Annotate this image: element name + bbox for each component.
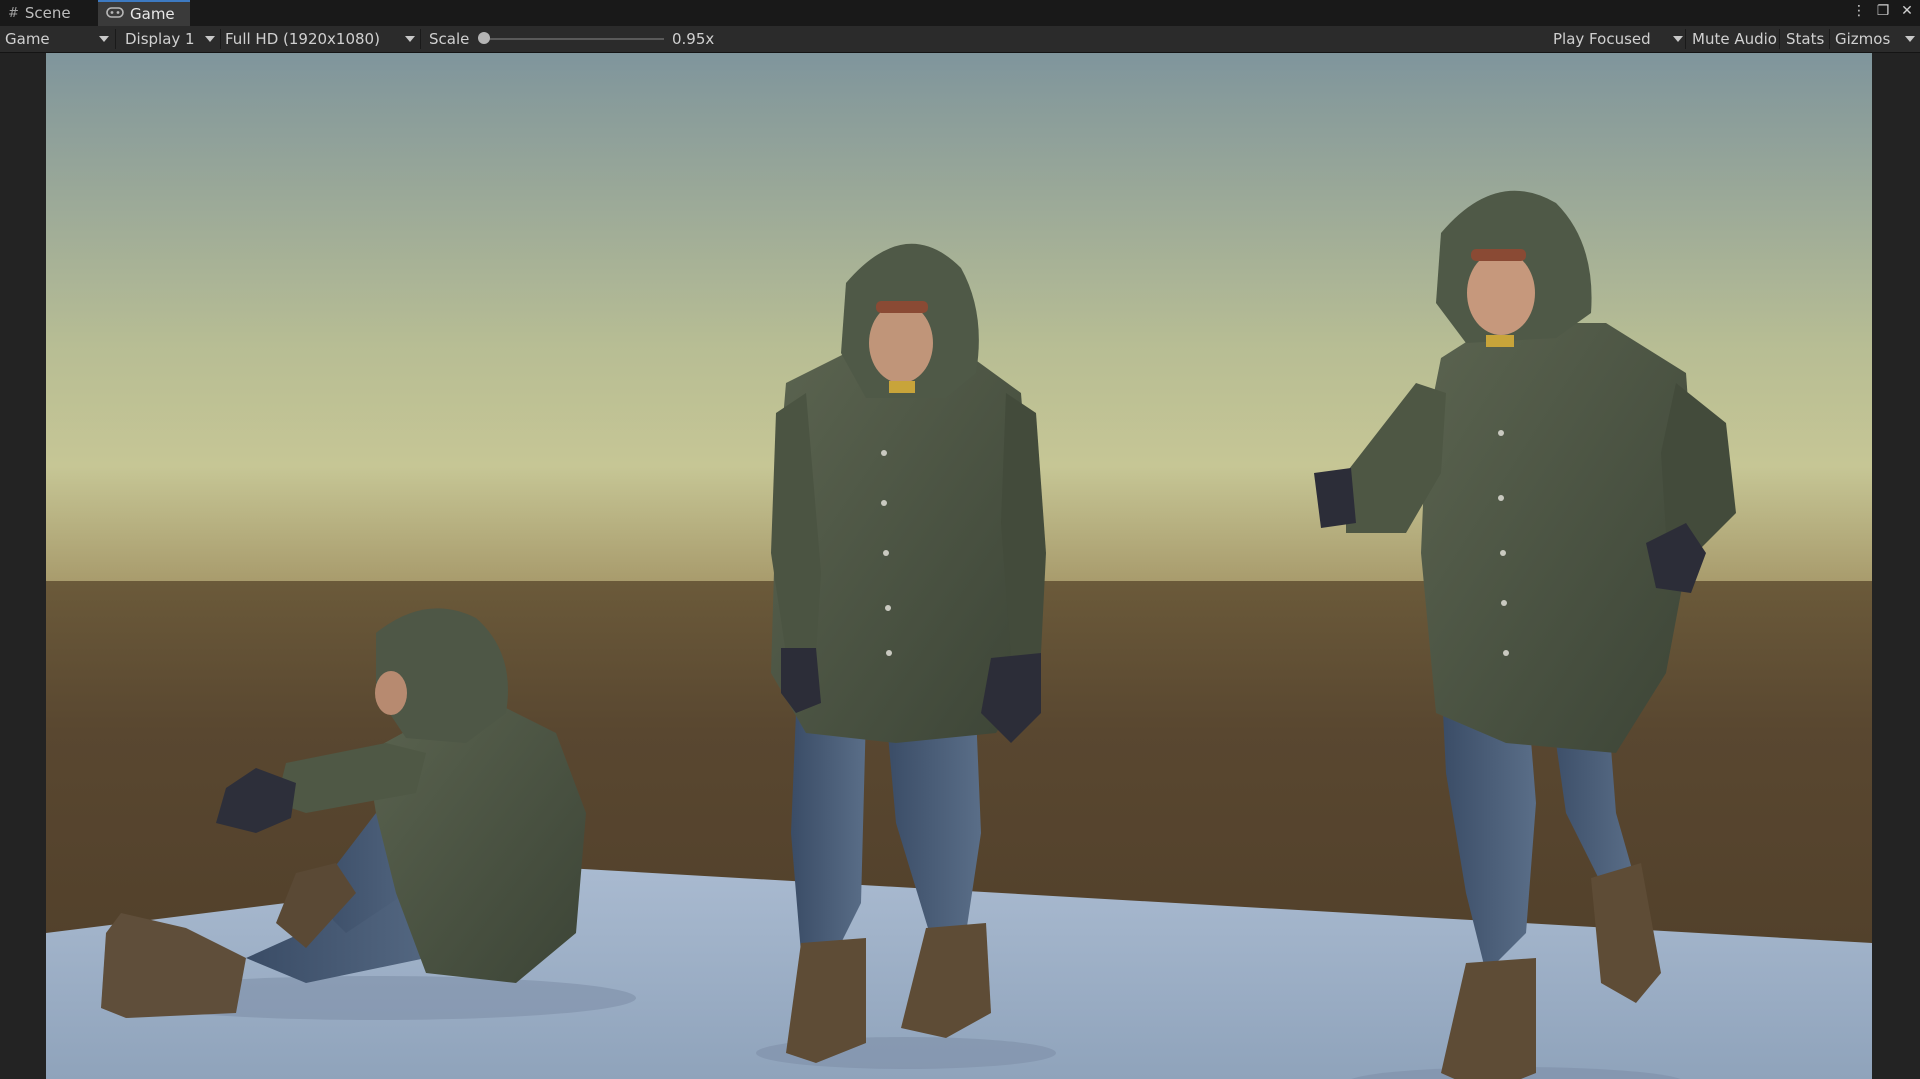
gizmos-dropdown[interactable]: Gizmos xyxy=(1835,26,1915,52)
chevron-down-icon xyxy=(99,36,109,42)
stats-button[interactable]: Stats xyxy=(1786,26,1824,52)
grid-icon: # xyxy=(8,5,19,21)
game-view-toolbar: Game Display 1 Full HD (1920x1080) Scale… xyxy=(0,26,1920,53)
scale-value: 0.95x xyxy=(672,30,715,48)
tab-scene[interactable]: # Scene xyxy=(0,0,94,26)
tab-game[interactable]: Game xyxy=(98,0,190,26)
maximize-icon[interactable]: ❐ xyxy=(1876,3,1890,19)
chevron-down-icon xyxy=(405,36,415,42)
resolution-dropdown[interactable]: Full HD (1920x1080) xyxy=(225,26,415,52)
scale-slider-handle[interactable] xyxy=(478,32,490,44)
scene-render xyxy=(46,53,1872,1079)
editor-tab-bar: # Scene Game ⋮ ❐ ✕ xyxy=(0,0,1920,27)
scale-label: Scale xyxy=(429,30,470,48)
chevron-down-icon xyxy=(1673,36,1683,42)
tab-game-label: Game xyxy=(130,5,175,23)
mute-audio-button[interactable]: Mute Audio xyxy=(1692,26,1777,52)
game-view-viewport[interactable] xyxy=(46,53,1872,1079)
play-mode-dropdown[interactable]: Play Focused xyxy=(1553,26,1683,52)
view-mode-label: Game xyxy=(5,30,50,48)
gamepad-icon xyxy=(106,6,124,22)
close-icon[interactable]: ✕ xyxy=(1900,3,1914,19)
scale-slider-track[interactable] xyxy=(484,38,664,40)
more-icon[interactable]: ⋮ xyxy=(1852,3,1866,19)
play-mode-label: Play Focused xyxy=(1553,30,1651,48)
chevron-down-icon xyxy=(205,36,215,42)
gizmos-label: Gizmos xyxy=(1835,30,1891,48)
tab-scene-label: Scene xyxy=(24,4,71,22)
chevron-down-icon xyxy=(1905,36,1915,42)
display-label: Display 1 xyxy=(125,30,195,48)
resolution-label: Full HD (1920x1080) xyxy=(225,30,380,48)
view-mode-dropdown[interactable]: Game xyxy=(5,26,109,52)
display-dropdown[interactable]: Display 1 xyxy=(125,26,215,52)
